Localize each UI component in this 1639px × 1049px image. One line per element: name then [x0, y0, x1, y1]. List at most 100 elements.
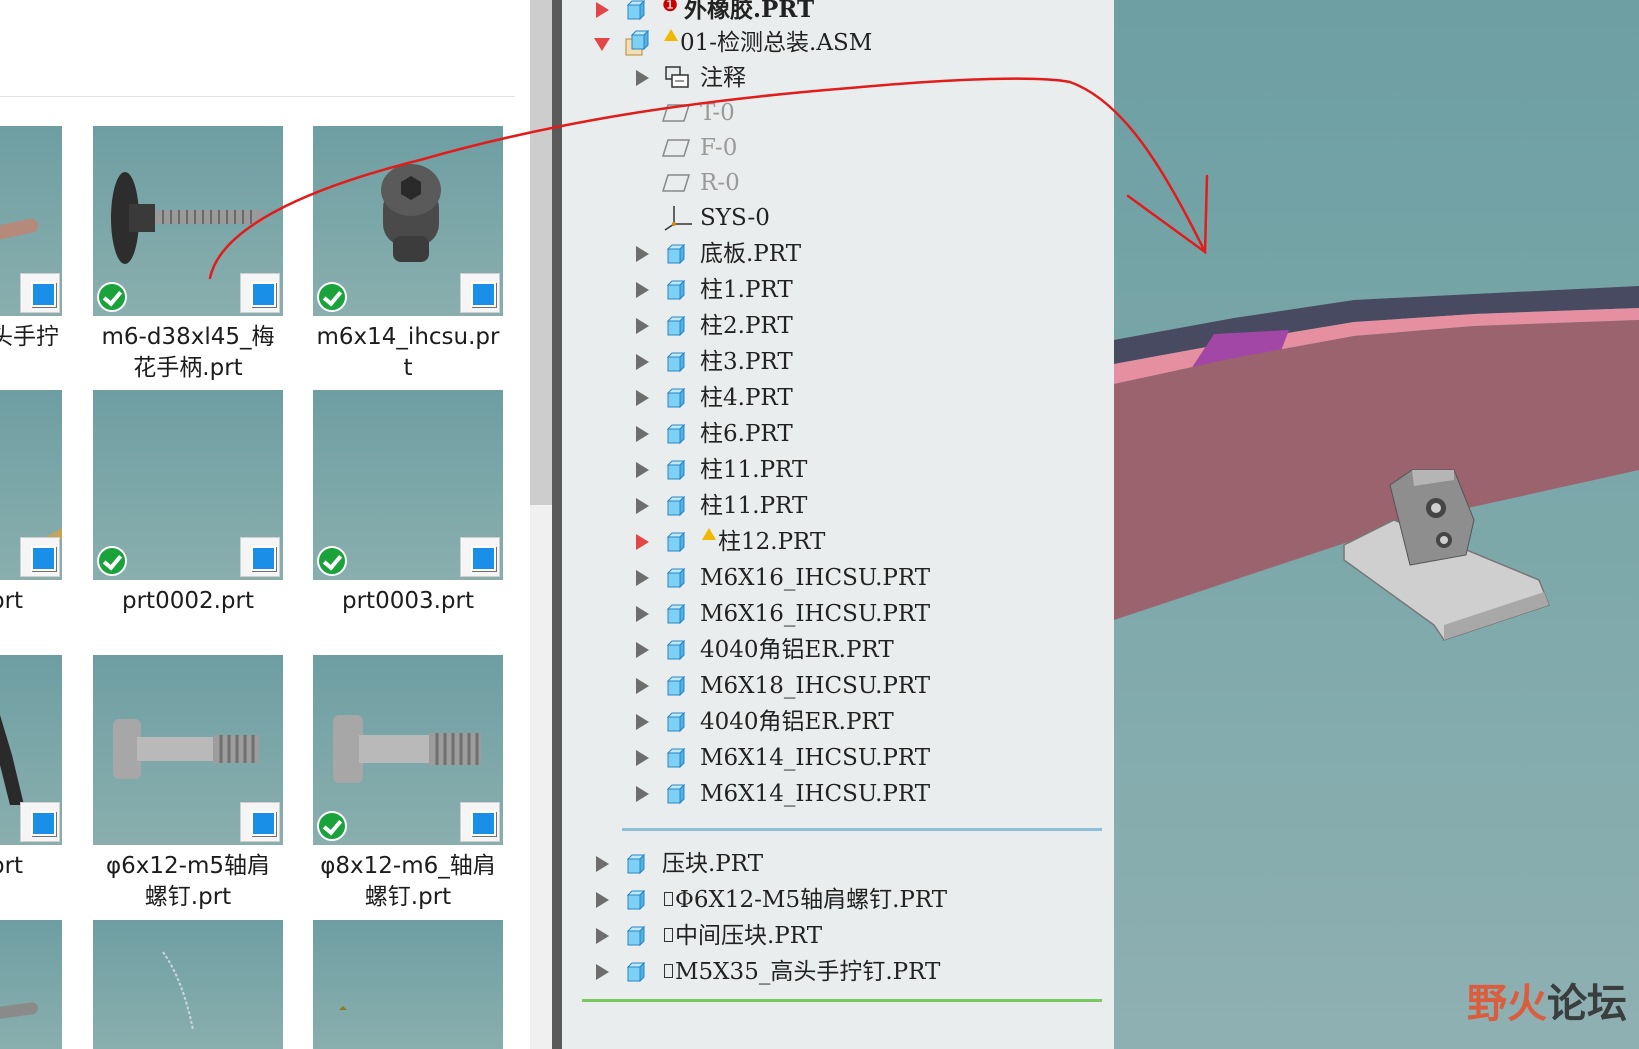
expand-arrow-icon[interactable]	[634, 488, 650, 524]
explorer-divider	[0, 96, 515, 97]
tree-item-part[interactable]: 柱12.PRT	[562, 524, 1102, 560]
expand-arrow-icon[interactable]	[634, 704, 650, 740]
expand-arrow-icon[interactable]	[634, 560, 650, 596]
expand-arrow-icon[interactable]	[594, 0, 610, 28]
tree-item-label: 柱12.PRT	[718, 529, 826, 555]
tree-item-root-part[interactable]: 压块.PRT	[562, 846, 1102, 882]
error-icon: ❶	[662, 0, 679, 16]
tree-item-label: 外橡胶.PRT	[684, 0, 815, 23]
small-part-thumbnail-icon	[339, 1006, 347, 1010]
tree-item-label: M5X35_高头手拧钉.PRT	[664, 954, 940, 990]
model-tree: ❶ 外橡胶.PRT 01-检测总装.ASM 注释 T-0 F-0 R-0 SYS…	[562, 0, 1114, 1049]
coordinate-system-icon	[664, 206, 692, 231]
expand-arrow-icon[interactable]	[634, 596, 650, 632]
expand-arrow-icon[interactable]	[594, 918, 610, 954]
tree-item-part[interactable]: 4040角铝ER.PRT	[562, 632, 1102, 668]
explorer-scrollbar-thumb[interactable]	[530, 0, 552, 505]
creo-app-badge-icon	[460, 802, 500, 842]
creo-app-badge-icon	[460, 273, 500, 313]
thumbnail	[0, 126, 62, 316]
thumbnail	[93, 920, 283, 1049]
expand-arrow-icon[interactable]	[594, 882, 610, 918]
tree-item-label: M6X18_IHCSU.PRT	[700, 673, 931, 699]
tree-item-part[interactable]: M6X16_IHCSU.PRT	[562, 560, 1102, 596]
datum-plane-icon	[662, 104, 690, 122]
tree-item-root-part[interactable]: M5X35_高头手拧钉.PRT	[562, 954, 1102, 990]
file-name: m6x14_ihcsu.pr t	[316, 324, 500, 381]
tree-item-plane-r0[interactable]: R-0	[562, 165, 1102, 201]
expand-arrow-icon[interactable]	[634, 524, 650, 560]
tree-item-part[interactable]: M6X14_IHCSU.PRT	[562, 740, 1102, 776]
datum-plane-icon	[662, 139, 690, 157]
tree-item-part[interactable]: 柱11.PRT	[562, 488, 1102, 524]
part-icon	[626, 961, 646, 983]
tree-item-plane-t0[interactable]: T-0	[562, 95, 1102, 131]
expand-arrow-icon[interactable]	[634, 776, 650, 812]
tree-item-part[interactable]: 4040角铝ER.PRT	[562, 704, 1102, 740]
expand-arrow-icon[interactable]	[634, 668, 650, 704]
thumbnail	[313, 655, 503, 845]
tree-item-root-part[interactable]: 中间压块.PRT	[562, 918, 1102, 954]
tree-item-part[interactable]: 柱3.PRT	[562, 344, 1102, 380]
synced-check-icon	[97, 282, 127, 312]
tree-item-csys[interactable]: SYS-0	[562, 200, 1102, 236]
tree-item-label: SYS-0	[700, 205, 770, 231]
expand-arrow-icon[interactable]	[634, 236, 650, 272]
expand-arrow-icon[interactable]	[634, 344, 650, 380]
tree-item-label: M6X14_IHCSU.PRT	[700, 745, 931, 771]
synced-check-icon	[317, 282, 347, 312]
thumbnail	[0, 390, 62, 580]
part-icon	[666, 423, 686, 445]
splitter-edge[interactable]	[552, 0, 562, 1049]
part-icon	[626, 0, 646, 21]
creo-app-badge-icon	[20, 802, 60, 842]
expand-arrow-icon[interactable]	[594, 954, 610, 990]
expand-arrow-icon[interactable]	[634, 740, 650, 776]
tree-item-part[interactable]: 柱11.PRT	[562, 452, 1102, 488]
tree-item-part[interactable]: 底板.PRT	[562, 236, 1102, 272]
expand-arrow-icon[interactable]	[634, 452, 650, 488]
expand-arrow-icon[interactable]	[634, 380, 650, 416]
expand-arrow-icon[interactable]	[634, 632, 650, 668]
thumbnail	[0, 655, 62, 845]
forum-watermark: 野火论坛	[1467, 981, 1627, 1027]
tree-item-wai-xiang-jiao[interactable]: ❶ 外橡胶.PRT	[562, 0, 1102, 28]
tree-item-annotation[interactable]: 注释	[562, 60, 1102, 96]
thumbnail	[93, 126, 283, 316]
assembly-icon	[625, 29, 650, 56]
thumbnail	[93, 655, 283, 845]
wire-thumbnail-icon	[162, 951, 194, 1031]
tree-item-part[interactable]: M6X14_IHCSU.PRT	[562, 776, 1102, 812]
expand-arrow-icon[interactable]	[634, 416, 650, 452]
tree-item-part[interactable]: 柱2.PRT	[562, 308, 1102, 344]
tree-item-part[interactable]: 柱1.PRT	[562, 272, 1102, 308]
pane-splitter[interactable]	[530, 0, 562, 1049]
graphics-viewport[interactable]: 野火论坛	[1114, 0, 1639, 1049]
tree-item-part[interactable]: M6X18_IHCSU.PRT	[562, 668, 1102, 704]
collapse-arrow-icon[interactable]	[594, 25, 610, 61]
file-name: m6-d38xl45_梅 花手柄.prt	[101, 324, 275, 381]
part-icon	[666, 387, 686, 409]
expand-arrow-icon[interactable]	[594, 846, 610, 882]
tree-item-part[interactable]: 柱4.PRT	[562, 380, 1102, 416]
tree-item-label: 柱4.PRT	[700, 385, 793, 411]
creo-app-badge-icon	[240, 802, 280, 842]
tree-item-label: 柱6.PRT	[700, 421, 793, 447]
part-icon	[626, 925, 646, 947]
thumbnail	[0, 920, 62, 1049]
tree-item-plane-f0[interactable]: F-0	[562, 130, 1102, 166]
file-name: φ6x12-m5轴肩 螺钉.prt	[105, 853, 271, 910]
tree-item-root-part[interactable]: Φ6X12-M5轴肩螺钉.PRT	[562, 882, 1102, 918]
tree-item-label: 柱1.PRT	[700, 277, 793, 303]
tree-item-label: 压块.PRT	[662, 851, 764, 877]
part-icon	[666, 747, 686, 769]
part-icon	[666, 531, 686, 553]
synced-check-icon	[97, 546, 127, 576]
file-name: prt	[0, 588, 24, 614]
tree-item-assembly[interactable]: 01-检测总装.ASM	[562, 25, 1102, 61]
expand-arrow-icon[interactable]	[634, 272, 650, 308]
tree-item-part[interactable]: 柱6.PRT	[562, 416, 1102, 452]
expand-arrow-icon[interactable]	[634, 308, 650, 344]
expand-arrow-icon[interactable]	[634, 60, 650, 96]
tree-item-part[interactable]: M6X16_IHCSU.PRT	[562, 596, 1102, 632]
